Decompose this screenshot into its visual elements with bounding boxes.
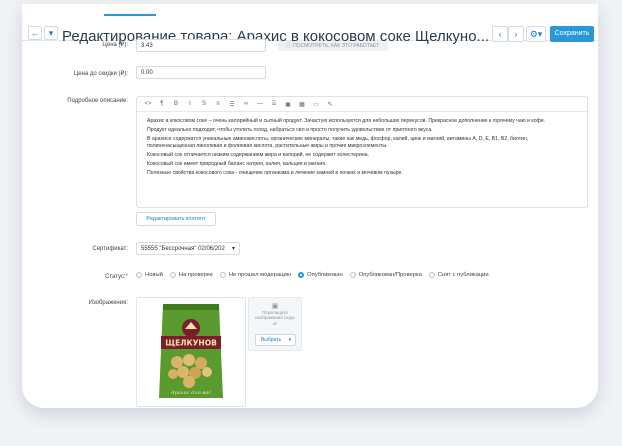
status-option-published-review[interactable]: Опубликован/Проверка [349,272,422,278]
horizontal-rule-icon[interactable]: — [253,101,267,107]
status-radio-group: Новый На проверке Не прошел модерацию Оп… [136,272,496,278]
choose-image-button[interactable]: Выбрать [255,334,287,346]
status-option-rejected[interactable]: Не прошел модерацию [219,272,291,278]
numbered-list-icon[interactable]: ☰ [225,101,239,108]
certificate-select[interactable]: 55555 "Бессрочная" 02/06/202 ▾ [136,242,240,255]
description-label: Подробное описание: [67,98,128,104]
old-price-input[interactable]: 0.00 [136,66,266,79]
radio-icon [169,272,176,278]
back-arrow-icon[interactable]: ← [28,26,42,40]
radio-selected-icon [298,272,305,278]
radio-icon [349,272,356,278]
strikethrough-icon[interactable]: S [197,101,211,107]
chevron-down-icon[interactable]: ▾ [44,26,58,40]
status-option-published[interactable]: Опубликован [298,272,343,278]
gear-icon: ⚙▾ [529,29,543,39]
description-paragraph: Кокосовый сок имеет природный баланс нат… [147,160,327,167]
image-icon[interactable]: ▦ [295,101,309,108]
code-view-icon[interactable]: <> [141,101,155,107]
bold-icon[interactable]: B [169,101,183,107]
images-label: Изображения: [88,300,128,306]
table-icon[interactable]: ▣ [281,101,295,108]
chevron-down-icon[interactable]: ▾ [285,334,296,346]
status-option-unpublished[interactable]: Снят с публикации [428,272,489,278]
editor-toolbar: <> ¶ B I S ≡ ☰ ∞ — ⌸ ▣ ▦ ▭ ✎ [137,97,587,112]
description-paragraph: Продукт идеально подходит, чтобы утолить… [147,126,433,133]
chevron-down-icon: ▾ [231,246,235,252]
radio-icon [428,272,435,278]
certificate-label: Сертификат: [92,246,128,252]
prev-item-button[interactable]: ‹ [492,26,508,42]
certificate-value: 55555 "Бессрочная" 02/06/202 [141,246,225,252]
status-option-review[interactable]: На проверке [169,272,213,278]
status-option-new[interactable]: Новый [136,272,163,278]
save-button[interactable]: Сохранить [550,26,594,42]
rich-text-editor[interactable]: <> ¶ B I S ≡ ☰ ∞ — ⌸ ▣ ▦ ▭ ✎ Арахис в ко… [136,96,588,208]
edit-content-button[interactable]: Редактировать контент [136,212,216,226]
dropzone-text-suffix: ar [272,320,277,326]
description-paragraph: Кокосовый сок отличается низким содержан… [147,152,369,159]
editor-card: ← ▾ Редактирование товара: Арахис в коко… [22,4,598,408]
settings-dropdown[interactable]: ⚙▾ [526,26,546,42]
align-icon[interactable]: ⌸ [267,101,281,108]
old-price-label: Цена до скидки (₽): [73,71,128,77]
bullet-list-icon[interactable]: ≡ [211,101,225,107]
price-input[interactable]: 3.43 [136,39,266,52]
radio-icon [136,272,142,278]
next-item-button[interactable]: › [508,26,524,42]
status-label: Статус:* [105,274,128,280]
italic-icon[interactable]: I [183,101,197,107]
price-label: Цена (₽): [102,42,128,48]
image-dropzone[interactable]: ▣ Перетащите изображения сюда ar Выбрать… [248,297,302,351]
video-icon[interactable]: ▭ [309,101,323,108]
description-paragraph: В арахисе содержатся уникальные аминокис… [147,135,529,150]
svg-text:Арахис для вас: Арахис для вас [170,390,212,396]
radio-icon [219,272,226,278]
description-paragraph: Арахис в кокосовом соке – очень калорийн… [147,118,546,124]
clear-format-icon[interactable]: ✎ [323,101,337,108]
how-it-works-link[interactable]: ⓘ ПОСМОТРЕТЬ, КАК ЭТО РАБОТАЕТ [278,41,388,51]
link-icon[interactable]: ∞ [239,101,253,107]
product-image-thumbnail[interactable]: ЩЕЛКУНОВ Арахис для вас [136,297,246,407]
top-bar: ← ▾ Редактирование товара: Арахис в коко… [22,14,598,45]
svg-text:ЩЕЛКУНОВ: ЩЕЛКУНОВ [165,339,217,348]
dropzone-text: Перетащите изображения сюда [255,309,295,321]
description-paragraph: Полезные свойства кокосового сока - очищ… [147,169,403,176]
active-tab-indicator [104,14,156,16]
editor-content[interactable]: Арахис в кокосовом соке – очень калорийн… [137,112,587,185]
product-bag-image: ЩЕЛКУНОВ Арахис для вас [159,304,223,398]
paragraph-icon[interactable]: ¶ [155,101,169,107]
